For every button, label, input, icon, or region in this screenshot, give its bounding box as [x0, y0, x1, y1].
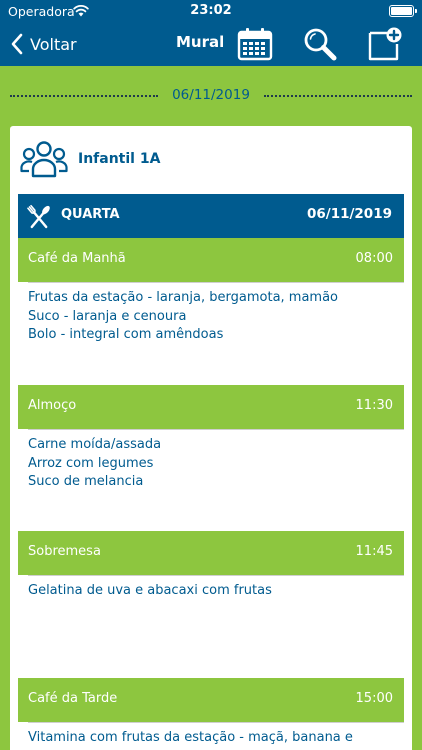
meal-items-breakfast: Frutas da estação - laranja, bergamota, … [28, 282, 404, 345]
menu-card: Infantil 1A QUARTA 06/11/2019 Café da Ma… [10, 126, 412, 750]
meal-header-dessert: Sobremesa 11:45 [18, 531, 404, 575]
class-header: Infantil 1A [20, 140, 160, 178]
meal-name: Café da Manhã [28, 251, 126, 266]
class-name: Infantil 1A [78, 151, 161, 167]
date-divider: 06/11/2019 [10, 85, 412, 105]
meal-time: 08:00 [355, 251, 393, 266]
meal-items-dessert: Gelatina de uva e abacaxi com frutas [28, 575, 404, 601]
battery-icon [389, 5, 417, 17]
group-icon [20, 141, 68, 178]
day-date: 06/11/2019 [306, 206, 392, 222]
nav-bar: Voltar Mural [0, 22, 422, 66]
new-post-button[interactable] [366, 26, 404, 62]
back-button[interactable]: Voltar [10, 28, 77, 60]
list-item: Vitamina com frutas da estação - maçã, b… [28, 730, 353, 745]
add-document-icon [368, 27, 402, 61]
meal-header-breakfast: Café da Manhã 08:00 [18, 238, 404, 282]
list-item: Suco - laranja e cenoura [28, 308, 187, 324]
day-header: QUARTA 06/11/2019 [18, 194, 404, 238]
list-item: Bolo - integral com amêndoas [28, 327, 224, 342]
list-item: Gelatina de uva e abacaxi com frutas [28, 583, 272, 598]
divider-line [264, 95, 412, 97]
list-item: Arroz com legumes [28, 455, 154, 471]
status-time: 23:02 [190, 3, 232, 18]
calendar-button[interactable] [236, 26, 274, 62]
list-item: Suco de melancia [28, 474, 144, 489]
list-item: Frutas da estação - laranja, bergamota, … [28, 290, 339, 305]
meal-items-lunch: Carne moída/assada Arroz com legumes Suc… [28, 429, 404, 492]
search-button[interactable] [301, 26, 339, 62]
calendar-icon [237, 28, 273, 61]
page-title: Mural [176, 33, 225, 51]
back-label: Voltar [30, 34, 77, 54]
meal-time: 15:00 [355, 691, 393, 706]
list-item: Carne moída/assada [28, 437, 162, 452]
meal-header-lunch: Almoço 11:30 [18, 385, 404, 429]
meal-items-afternoon-snack: Vitamina com frutas da estação - maçã, b… [28, 722, 404, 748]
cutlery-icon [27, 204, 50, 229]
meal-time: 11:45 [355, 544, 393, 559]
chevron-left-icon [11, 33, 23, 55]
day-name: QUARTA [61, 207, 120, 222]
meal-name: Sobremesa [28, 544, 101, 559]
search-icon [304, 28, 337, 61]
meal-name: Café da Tarde [28, 691, 118, 706]
meal-name: Almoço [28, 398, 77, 413]
status-bar: Operadora 23:02 [0, 0, 422, 22]
meal-header-afternoon-snack: Café da Tarde 15:00 [18, 678, 404, 722]
meal-time: 11:30 [355, 398, 393, 413]
